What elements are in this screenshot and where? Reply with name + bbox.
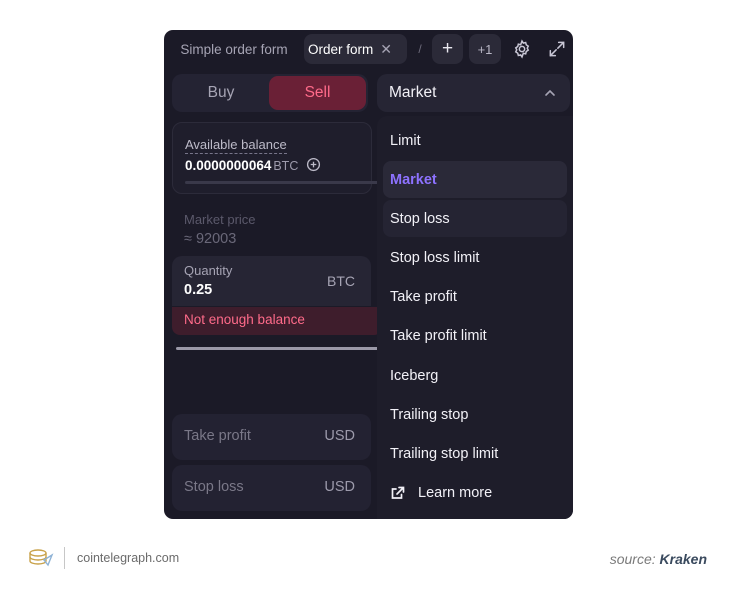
buy-button[interactable]: Buy (174, 76, 268, 110)
quantity-field[interactable]: Quantity 0.25 BTC (172, 256, 371, 306)
tab-order-form[interactable]: Order form ✕ (304, 34, 407, 64)
take-profit-field[interactable]: Take profit USD (172, 414, 371, 460)
order-type-selected: Market (389, 84, 437, 101)
quantity-unit: BTC (327, 273, 355, 289)
option-iceberg[interactable]: Iceberg (383, 357, 567, 394)
learn-more-link[interactable]: Learn more (383, 474, 567, 511)
tab-order-form-label: Order form (308, 41, 374, 57)
stop-loss-label: Stop loss (184, 479, 244, 495)
quantity-value: 0.25 (184, 282, 213, 298)
market-price-label: Market price (184, 212, 256, 227)
market-price-value: ≈ 92003 (184, 231, 237, 247)
more-tabs-button[interactable]: +1 (469, 34, 501, 64)
option-limit[interactable]: Limit (383, 122, 567, 159)
quantity-slider[interactable] (176, 347, 381, 350)
balance-card: Available balance 0.0000000064 BTC (172, 122, 380, 194)
quantity-label: Quantity (184, 263, 233, 278)
option-take-profit-limit[interactable]: Take profit limit (383, 317, 567, 354)
option-stop-loss-limit[interactable]: Stop loss limit (383, 239, 567, 276)
tab-simple-order-form[interactable]: Simple order form (172, 34, 296, 64)
stop-loss-field[interactable]: Stop loss USD (172, 465, 371, 511)
order-form-panel: Simple order form Order form ✕ / + +1 Bu… (164, 30, 573, 519)
option-take-profit[interactable]: Take profit (383, 278, 567, 315)
take-profit-label: Take profit (184, 428, 251, 444)
footer-site[interactable]: cointelegraph.com (77, 551, 179, 565)
option-trailing-stop[interactable]: Trailing stop (383, 396, 567, 433)
settings-button[interactable] (508, 34, 536, 64)
sell-button[interactable]: Sell (269, 76, 366, 110)
external-link-icon (390, 485, 406, 501)
option-market[interactable]: Market (383, 161, 567, 198)
balance-label[interactable]: Available balance (185, 137, 287, 154)
chevron-up-icon (545, 89, 555, 96)
plus-circle-icon[interactable] (306, 157, 321, 175)
stop-loss-unit: USD (324, 479, 355, 495)
footer-source: source: Kraken (610, 551, 707, 567)
order-type-select[interactable]: Market (377, 74, 570, 112)
balance-value: 0.0000000064 BTC (185, 157, 321, 175)
source-name: Kraken (659, 551, 707, 567)
tab-overflow[interactable]: / (415, 34, 425, 64)
source-prefix: source: (609, 551, 656, 567)
option-stop-loss[interactable]: Stop loss (383, 200, 567, 237)
footer-divider (64, 547, 65, 569)
order-type-dropdown: Limit Market Stop loss Stop loss limit T… (377, 116, 573, 519)
close-icon[interactable]: ✕ (380, 41, 392, 58)
balance-unit: BTC (273, 159, 299, 173)
coin-logo-icon (29, 548, 55, 573)
option-trailing-stop-limit[interactable]: Trailing stop limit (383, 435, 567, 472)
balance-amount: 0.0000000064 (185, 158, 272, 173)
add-tab-button[interactable]: + (432, 34, 463, 64)
take-profit-unit: USD (324, 428, 355, 444)
gear-icon (514, 39, 530, 59)
tab-bar: Simple order form Order form ✕ / + +1 (164, 30, 573, 68)
buy-sell-toggle: Buy Sell (172, 74, 368, 112)
error-message: Not enough balance (172, 307, 382, 335)
learn-more-label: Learn more (418, 484, 493, 501)
expand-icon (549, 41, 565, 57)
expand-button[interactable] (543, 34, 571, 64)
balance-bar (185, 181, 380, 184)
